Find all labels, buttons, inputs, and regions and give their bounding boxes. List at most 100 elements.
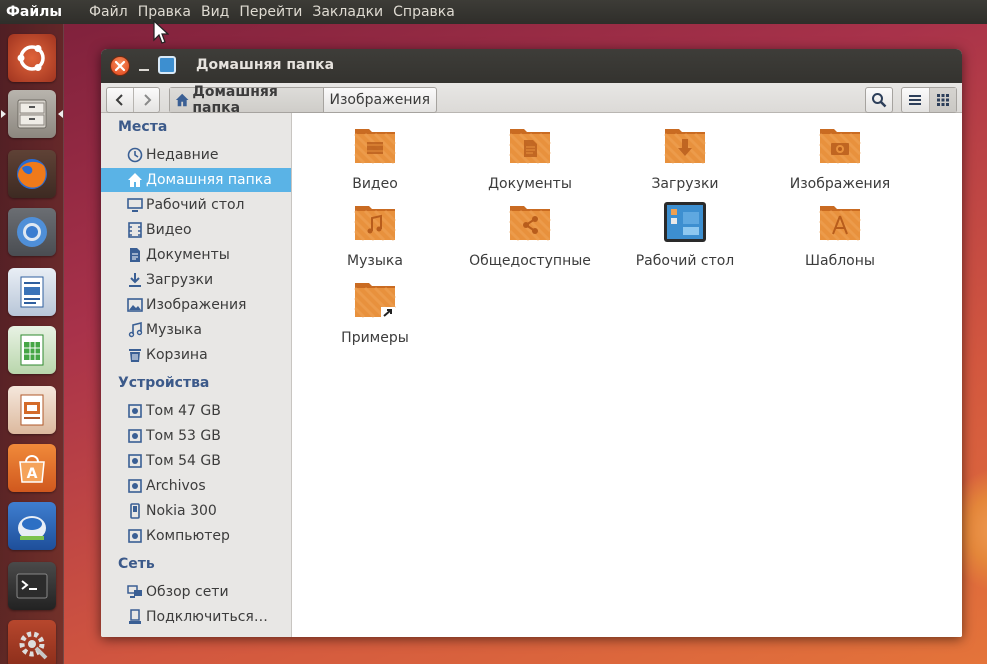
writer-icon[interactable] bbox=[8, 268, 56, 316]
drive-icon bbox=[126, 402, 144, 420]
system-settings-icon[interactable] bbox=[8, 620, 56, 664]
menu-file[interactable]: Файл bbox=[84, 4, 133, 20]
impress-icon[interactable] bbox=[8, 386, 56, 434]
close-button[interactable] bbox=[110, 56, 130, 76]
sidebar-item-label: Рабочий стол bbox=[146, 197, 245, 213]
folder-video-icon bbox=[353, 129, 397, 165]
mouse-cursor-icon bbox=[153, 20, 169, 44]
sidebar-item-label: Корзина bbox=[146, 347, 208, 363]
folder-music-icon bbox=[353, 206, 397, 242]
top-panel: Файлы Файл Правка Вид Перейти Закладки С… bbox=[0, 0, 987, 24]
sidebar-item-pictures[interactable]: Изображения bbox=[101, 293, 291, 317]
sidebar-item-trash[interactable]: Корзина bbox=[101, 343, 291, 367]
content-area: Места Недавние Домашняя папка Рабочий ст… bbox=[101, 113, 962, 637]
folder-item-pictures[interactable]: Изображения bbox=[770, 121, 910, 192]
breadcrumb-home-label: Домашняя папка bbox=[192, 84, 278, 116]
sidebar-item-label: Том 53 GB bbox=[146, 428, 221, 444]
back-button[interactable] bbox=[107, 88, 133, 112]
music-icon bbox=[126, 321, 144, 339]
grid-view-icon bbox=[936, 94, 949, 106]
sidebar-item-network-browse[interactable]: Обзор сети bbox=[101, 580, 291, 604]
menu-bookmarks[interactable]: Закладки bbox=[307, 4, 388, 20]
sidebar-item-music[interactable]: Музыка bbox=[101, 318, 291, 342]
sidebar-item-volume-53[interactable]: Том 53 GB bbox=[101, 424, 291, 448]
terminal-icon[interactable] bbox=[8, 562, 56, 610]
folder-item-desktop[interactable]: Рабочий стол bbox=[615, 198, 755, 269]
network-icon bbox=[126, 583, 144, 601]
breadcrumb-pictures-label: Изображения bbox=[329, 92, 430, 108]
sidebar-item-label: Nokia 300 bbox=[146, 503, 217, 519]
connect-icon bbox=[126, 608, 144, 626]
menu-help[interactable]: Справка bbox=[388, 4, 460, 20]
toolbar: Домашняя папка Изображения bbox=[101, 83, 962, 116]
menu-view[interactable]: Вид bbox=[196, 4, 234, 20]
sidebar-item-documents[interactable]: Документы bbox=[101, 243, 291, 267]
software-center-icon[interactable]: A bbox=[8, 444, 56, 492]
list-view-button[interactable] bbox=[902, 88, 929, 112]
folder-item-public[interactable]: Общедоступные bbox=[460, 198, 600, 269]
sidebar-item-label: Загрузки bbox=[146, 272, 214, 288]
close-icon bbox=[114, 60, 126, 72]
folder-label: Загрузки bbox=[651, 176, 719, 192]
maximize-button[interactable] bbox=[158, 56, 176, 74]
forward-arrow-icon bbox=[143, 94, 151, 106]
desktop-app-icon[interactable] bbox=[8, 502, 56, 550]
sidebar-item-label: Обзор сети bbox=[146, 584, 229, 600]
folder-templates-icon bbox=[818, 206, 862, 242]
svg-text:A: A bbox=[27, 466, 38, 482]
breadcrumb-pictures[interactable]: Изображения bbox=[324, 88, 436, 112]
sidebar-item-connect-server[interactable]: Подключиться… bbox=[101, 605, 291, 629]
folder-label: Общедоступные bbox=[469, 253, 591, 269]
drive-icon bbox=[126, 452, 144, 470]
image-icon bbox=[126, 296, 144, 314]
firefox-icon[interactable] bbox=[8, 150, 56, 198]
ubuntu-dash-icon[interactable] bbox=[8, 34, 56, 82]
document-icon bbox=[126, 246, 144, 264]
menu-go[interactable]: Перейти bbox=[234, 4, 307, 20]
desktop-folder-icon bbox=[664, 202, 706, 242]
folder-documents-icon bbox=[508, 129, 552, 165]
folder-label: Примеры bbox=[341, 330, 409, 346]
files-icon[interactable] bbox=[8, 90, 56, 138]
breadcrumb-home[interactable]: Домашняя папка bbox=[170, 84, 324, 116]
menu-edit[interactable]: Правка bbox=[133, 4, 196, 20]
folder-item-videos[interactable]: Видео bbox=[305, 121, 445, 192]
sidebar-item-desktop[interactable]: Рабочий стол bbox=[101, 193, 291, 217]
folder-item-documents[interactable]: Документы bbox=[460, 121, 600, 192]
sidebar-item-volume-54[interactable]: Том 54 GB bbox=[101, 449, 291, 473]
files-window: Домашняя папка Домашняя папка Изображени… bbox=[101, 49, 962, 637]
grid-view-button[interactable] bbox=[928, 88, 956, 112]
sidebar-item-videos[interactable]: Видео bbox=[101, 218, 291, 242]
sidebar-heading-places: Места bbox=[118, 119, 168, 135]
navigation-buttons bbox=[106, 87, 160, 113]
sidebar: Места Недавние Домашняя папка Рабочий ст… bbox=[101, 113, 292, 637]
sidebar-item-home[interactable]: Домашняя папка bbox=[101, 168, 291, 192]
phone-icon bbox=[126, 502, 144, 520]
breadcrumb: Домашняя папка Изображения bbox=[169, 84, 437, 116]
home-icon bbox=[175, 93, 189, 107]
sidebar-item-nokia[interactable]: Nokia 300 bbox=[101, 499, 291, 523]
app-title: Файлы bbox=[6, 4, 63, 20]
folder-label: Видео bbox=[352, 176, 398, 192]
forward-button[interactable] bbox=[133, 88, 159, 112]
minimize-icon bbox=[139, 69, 149, 71]
sidebar-item-computer[interactable]: Компьютер bbox=[101, 524, 291, 548]
sidebar-item-label: Документы bbox=[146, 247, 230, 263]
calc-icon[interactable] bbox=[8, 326, 56, 374]
sidebar-item-downloads[interactable]: Загрузки bbox=[101, 268, 291, 292]
sidebar-item-label: Компьютер bbox=[146, 528, 230, 544]
folder-item-music[interactable]: Музыка bbox=[305, 198, 445, 269]
sidebar-item-label: Подключиться… bbox=[146, 609, 268, 625]
minimize-button[interactable] bbox=[134, 56, 154, 76]
window-titlebar[interactable]: Домашняя папка bbox=[101, 49, 962, 83]
folder-item-templates[interactable]: Шаблоны bbox=[770, 198, 910, 269]
chromium-icon[interactable] bbox=[8, 208, 56, 256]
search-button[interactable] bbox=[865, 87, 893, 113]
folder-label: Рабочий стол bbox=[635, 253, 735, 269]
sidebar-item-volume-47[interactable]: Том 47 GB bbox=[101, 399, 291, 423]
folder-item-examples[interactable]: Примеры bbox=[305, 275, 445, 346]
sidebar-item-archivos[interactable]: Archivos bbox=[101, 474, 291, 498]
sidebar-item-recent[interactable]: Недавние bbox=[101, 143, 291, 167]
sidebar-item-label: Видео bbox=[146, 222, 192, 238]
folder-item-downloads[interactable]: Загрузки bbox=[615, 121, 755, 192]
